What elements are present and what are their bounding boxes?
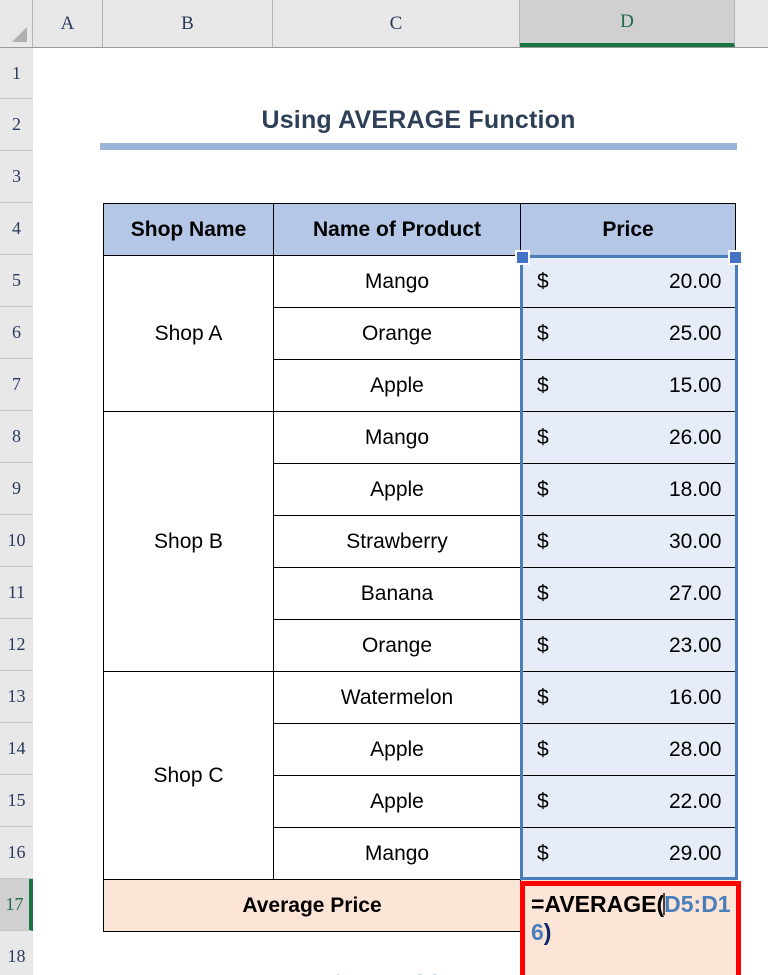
cell-product[interactable]: Strawberry	[273, 515, 521, 568]
price-amount: 27.00	[668, 581, 722, 605]
row-header-5[interactable]: 5	[0, 255, 33, 307]
row-header-15[interactable]: 15	[0, 775, 33, 827]
cell-price[interactable]: $ 28.00	[520, 723, 736, 776]
cell-product[interactable]: Orange	[273, 307, 521, 360]
title-underline-rule	[100, 143, 737, 150]
row-header-17[interactable]: 17	[0, 879, 33, 931]
cell-price[interactable]: $ 25.00	[520, 307, 736, 360]
cell-price[interactable]: $ 27.00	[520, 567, 736, 620]
row-header-2[interactable]: 2	[0, 99, 33, 151]
cell-price[interactable]: $ 29.00	[520, 827, 736, 880]
cell-price[interactable]: $ 23.00	[520, 619, 736, 672]
row-header-strip: 1 2 3 4 5 6 7 8 9 10 11 12 13 14 15 16 1…	[0, 48, 33, 975]
cell-shop-name[interactable]: Shop A	[103, 255, 274, 412]
table-row: Shop C Watermelon $ 16.00	[103, 671, 736, 880]
price-amount: 23.00	[668, 633, 722, 657]
price-amount: 25.00	[668, 321, 722, 345]
price-amount: 22.00	[668, 789, 722, 813]
cell-product[interactable]: Mango	[273, 255, 521, 308]
currency-symbol: $	[537, 581, 549, 605]
cell-price[interactable]: $ 30.00	[520, 515, 736, 568]
cell-product[interactable]: Banana	[273, 567, 521, 620]
formula-edit-box[interactable]: =AVERAGE(D5:D16)	[520, 881, 741, 975]
currency-symbol: $	[537, 425, 549, 449]
currency-symbol: $	[537, 373, 549, 397]
row-header-10[interactable]: 10	[0, 515, 33, 567]
column-header-a[interactable]: A	[33, 0, 103, 47]
price-amount: 15.00	[668, 373, 722, 397]
cell-price[interactable]: $ 18.00	[520, 463, 736, 516]
formula-close-paren: )	[543, 919, 552, 946]
select-all-corner[interactable]	[0, 0, 33, 47]
column-header-c[interactable]: C	[273, 0, 520, 47]
row-header-7[interactable]: 7	[0, 359, 33, 411]
table-header-row: Shop Name Name of Product Price	[103, 203, 736, 256]
row-header-12[interactable]: 12	[0, 619, 33, 671]
price-amount: 18.00	[668, 477, 722, 501]
currency-symbol: $	[537, 737, 549, 761]
cell-product[interactable]: Mango	[273, 411, 521, 464]
formula-function-text: =AVERAGE(	[531, 891, 665, 917]
cell-price[interactable]: $ 15.00	[520, 359, 736, 412]
cell-product[interactable]: Apple	[273, 463, 521, 516]
page-title: Using AVERAGE Function	[261, 106, 576, 134]
cell-price[interactable]: $ 16.00	[520, 671, 736, 724]
spreadsheet-canvas: A B C D 1 2 3 4 5 6 7 8 9 10 11 12 13 14…	[0, 0, 768, 975]
currency-symbol: $	[537, 685, 549, 709]
currency-symbol: $	[537, 841, 549, 865]
cell-price[interactable]: $ 26.00	[520, 411, 736, 464]
column-header-d[interactable]: D	[520, 0, 735, 47]
currency-symbol: $	[537, 477, 549, 501]
currency-symbol: $	[537, 321, 549, 345]
table-row: Shop B Mango $ 26.00	[103, 411, 736, 672]
row-header-18[interactable]: 18	[0, 931, 33, 975]
cell-average-price-label[interactable]: Average Price	[103, 879, 521, 932]
price-amount: 26.00	[668, 425, 722, 449]
currency-symbol: $	[537, 633, 549, 657]
column-header-b[interactable]: B	[103, 0, 273, 47]
header-product[interactable]: Name of Product	[273, 203, 521, 256]
row-header-11[interactable]: 11	[0, 567, 33, 619]
column-header-strip: A B C D	[0, 0, 768, 48]
table-row: Shop A Mango $ 20.00	[103, 255, 736, 412]
row-header-4[interactable]: 4	[0, 203, 33, 255]
price-amount: 20.00	[668, 269, 722, 293]
header-price[interactable]: Price	[520, 203, 736, 256]
row-header-9[interactable]: 9	[0, 463, 33, 515]
cell-shop-name[interactable]: Shop B	[103, 411, 274, 672]
data-table: Shop Name Name of Product Price Shop A M…	[103, 203, 736, 932]
currency-symbol: $	[537, 269, 549, 293]
cell-product[interactable]: Orange	[273, 619, 521, 672]
select-all-triangle-icon	[12, 27, 27, 42]
cell-price[interactable]: $ 22.00	[520, 775, 736, 828]
cell-shop-name[interactable]: Shop C	[103, 671, 274, 880]
cell-product[interactable]: Mango	[273, 827, 521, 880]
price-amount: 30.00	[668, 529, 722, 553]
grid-area: Using AVERAGE Function Shop Name Name of…	[33, 48, 768, 975]
currency-symbol: $	[537, 529, 549, 553]
cell-price[interactable]: $ 20.00	[520, 255, 736, 308]
row-header-16[interactable]: 16	[0, 827, 33, 879]
row-header-13[interactable]: 13	[0, 671, 33, 723]
cell-product[interactable]: Apple	[273, 723, 521, 776]
currency-symbol: $	[537, 789, 549, 813]
price-amount: 28.00	[668, 737, 722, 761]
row-header-3[interactable]: 3	[0, 151, 33, 203]
row-header-6[interactable]: 6	[0, 307, 33, 359]
row-header-14[interactable]: 14	[0, 723, 33, 775]
row-header-8[interactable]: 8	[0, 411, 33, 463]
cell-product[interactable]: Apple	[273, 775, 521, 828]
price-amount: 29.00	[668, 841, 722, 865]
sheet-title-block: Using AVERAGE Function	[100, 106, 737, 150]
cell-product[interactable]: Apple	[273, 359, 521, 412]
price-amount: 16.00	[668, 685, 722, 709]
row-header-1[interactable]: 1	[0, 48, 33, 99]
cell-product[interactable]: Watermelon	[273, 671, 521, 724]
header-shop-name[interactable]: Shop Name	[103, 203, 274, 256]
